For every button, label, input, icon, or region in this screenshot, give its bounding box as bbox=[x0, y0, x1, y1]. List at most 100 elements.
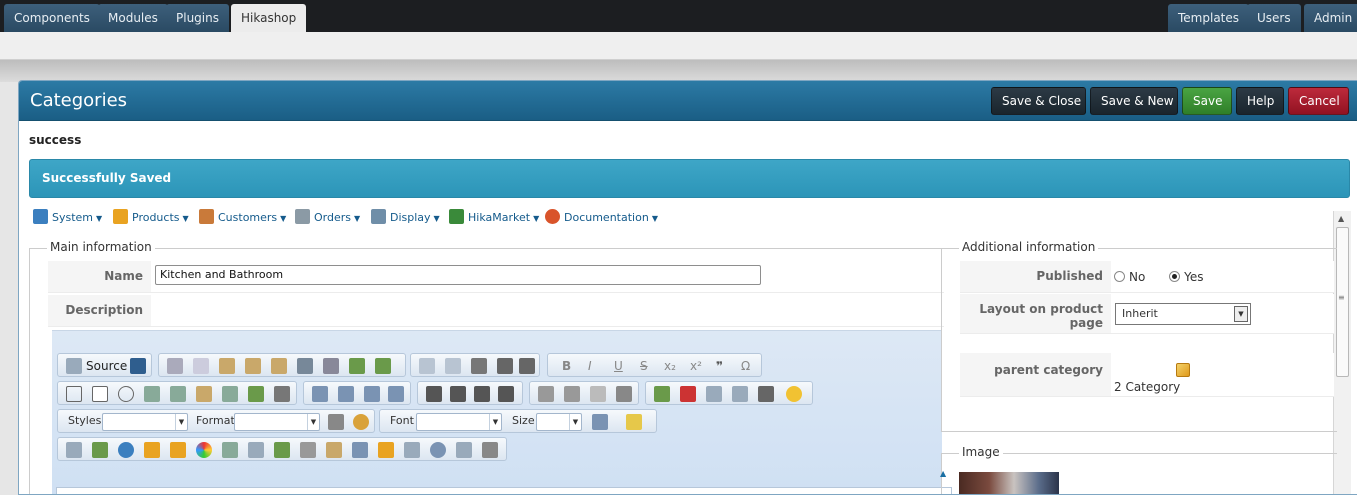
edit-icon[interactable] bbox=[1176, 363, 1190, 377]
undo-icon[interactable] bbox=[419, 358, 435, 374]
search-icon[interactable] bbox=[353, 414, 369, 430]
menu-documentation[interactable]: Documentation ▼ bbox=[545, 207, 658, 229]
numbered-list-icon[interactable] bbox=[312, 386, 328, 402]
tab-plugins[interactable]: Plugins bbox=[166, 4, 229, 32]
align-left-icon[interactable] bbox=[426, 386, 442, 402]
size-select[interactable]: ▼ bbox=[536, 413, 582, 431]
redo-icon[interactable] bbox=[445, 358, 461, 374]
cut-icon[interactable] bbox=[167, 358, 183, 374]
checkbox-icon[interactable] bbox=[92, 386, 108, 402]
plugin-15-icon[interactable] bbox=[430, 442, 446, 458]
tab-components[interactable]: Components bbox=[4, 4, 100, 32]
menu-system[interactable]: System ▼ bbox=[33, 207, 102, 229]
align-right-icon[interactable] bbox=[474, 386, 490, 402]
category-image-thumbnail[interactable] bbox=[959, 472, 1059, 494]
save-button[interactable]: Save bbox=[1182, 87, 1232, 115]
select-icon[interactable] bbox=[196, 386, 212, 402]
menu-display[interactable]: Display ▼ bbox=[371, 207, 440, 229]
button-icon[interactable] bbox=[222, 386, 238, 402]
plugin-4-icon[interactable] bbox=[144, 442, 160, 458]
published-yes-option[interactable]: Yes bbox=[1169, 270, 1204, 284]
color-wheel-icon[interactable] bbox=[196, 442, 212, 458]
align-center-icon[interactable] bbox=[450, 386, 466, 402]
indent-icon[interactable] bbox=[388, 386, 404, 402]
info-icon[interactable] bbox=[118, 442, 134, 458]
special-char-button[interactable]: Ω bbox=[741, 358, 750, 374]
layout-select[interactable]: Inherit ▼ bbox=[1115, 303, 1251, 325]
styles-tool-icon[interactable] bbox=[328, 414, 344, 430]
tab-admin[interactable]: Admin bbox=[1304, 4, 1357, 32]
outdent-icon[interactable] bbox=[364, 386, 380, 402]
plugin-9-icon[interactable] bbox=[274, 442, 290, 458]
styles-select[interactable]: ▼ bbox=[102, 413, 188, 431]
plugin-11-icon[interactable] bbox=[326, 442, 342, 458]
plugin-16-icon[interactable] bbox=[456, 442, 472, 458]
find-icon[interactable] bbox=[497, 358, 513, 374]
image-icon[interactable] bbox=[654, 386, 670, 402]
tab-hikashop[interactable]: Hikashop bbox=[231, 4, 307, 32]
save-close-button[interactable]: Save & Close bbox=[991, 87, 1086, 115]
horizontal-rule-icon[interactable] bbox=[758, 386, 774, 402]
plugin-17-icon[interactable] bbox=[482, 442, 498, 458]
flash-icon[interactable] bbox=[680, 386, 696, 402]
plugin-8-icon[interactable] bbox=[248, 442, 264, 458]
unlink-icon[interactable] bbox=[590, 386, 606, 402]
radio-yes[interactable] bbox=[1169, 271, 1181, 282]
smiley-icon[interactable] bbox=[786, 386, 802, 402]
print-icon[interactable] bbox=[323, 358, 339, 374]
tab-users[interactable]: Users bbox=[1247, 4, 1301, 32]
radio-no[interactable] bbox=[1114, 271, 1125, 282]
help-button[interactable]: Help bbox=[1236, 87, 1284, 115]
save-icon[interactable] bbox=[130, 358, 146, 374]
collapse-arrow-icon[interactable]: ▲ bbox=[940, 469, 946, 478]
paste-text-icon[interactable] bbox=[245, 358, 261, 374]
image-button-icon[interactable] bbox=[248, 386, 264, 402]
tab-modules[interactable]: Modules bbox=[98, 4, 168, 32]
plugin-14-icon[interactable] bbox=[404, 442, 420, 458]
font-select[interactable]: ▼ bbox=[416, 413, 502, 431]
tab-templates[interactable]: Templates bbox=[1168, 4, 1250, 32]
subscript-button[interactable]: x₂ bbox=[664, 358, 676, 374]
bulleted-list-icon[interactable] bbox=[338, 386, 354, 402]
blockquote-button[interactable]: ❞ bbox=[716, 358, 723, 374]
cancel-button[interactable]: Cancel bbox=[1288, 87, 1349, 115]
plugin-13-icon[interactable] bbox=[378, 442, 394, 458]
menu-customers[interactable]: Customers ▼ bbox=[199, 207, 286, 229]
paste-icon[interactable] bbox=[219, 358, 235, 374]
plugin-5-icon[interactable] bbox=[170, 442, 186, 458]
scroll-thumb[interactable] bbox=[1336, 227, 1349, 377]
radio-icon[interactable] bbox=[118, 386, 134, 402]
select-all-icon[interactable] bbox=[297, 358, 313, 374]
table-grid-icon[interactable] bbox=[732, 386, 748, 402]
menu-orders[interactable]: Orders ▼ bbox=[295, 207, 360, 229]
source-button[interactable]: Source bbox=[86, 358, 127, 374]
textfield-icon[interactable] bbox=[144, 386, 160, 402]
background-color-icon[interactable] bbox=[626, 414, 642, 430]
copy-icon[interactable] bbox=[193, 358, 209, 374]
superscript-button[interactable]: x² bbox=[690, 358, 702, 374]
link-icon[interactable] bbox=[564, 386, 580, 402]
name-input[interactable]: Kitchen and Bathroom bbox=[155, 265, 761, 285]
save-new-button[interactable]: Save & New bbox=[1090, 87, 1178, 115]
scroll-up-icon[interactable]: ▲ bbox=[1338, 214, 1344, 223]
plugin-2-icon[interactable] bbox=[92, 442, 108, 458]
spellcheck-icon[interactable] bbox=[349, 358, 365, 374]
align-justify-icon[interactable] bbox=[498, 386, 514, 402]
menu-products[interactable]: Products ▼ bbox=[113, 207, 189, 229]
eraser-icon[interactable] bbox=[471, 358, 487, 374]
bold-button[interactable]: B bbox=[562, 358, 571, 374]
editor-content-area[interactable] bbox=[56, 487, 952, 494]
published-no-option[interactable]: No bbox=[1114, 270, 1145, 284]
paste-word-icon[interactable] bbox=[271, 358, 287, 374]
spellcheck-dropdown-icon[interactable] bbox=[375, 358, 391, 374]
plugin-10-icon[interactable] bbox=[300, 442, 316, 458]
italic-button[interactable]: I bbox=[588, 358, 592, 374]
form-icon[interactable] bbox=[66, 386, 82, 402]
menu-hikamarket[interactable]: HikaMarket ▼ bbox=[449, 207, 539, 229]
edit-parent-category[interactable] bbox=[1176, 363, 1334, 380]
table-icon[interactable] bbox=[706, 386, 722, 402]
div-icon[interactable] bbox=[538, 386, 554, 402]
plugin-7-icon[interactable] bbox=[222, 442, 238, 458]
replace-icon[interactable] bbox=[519, 358, 535, 374]
format-select[interactable]: ▼ bbox=[234, 413, 320, 431]
